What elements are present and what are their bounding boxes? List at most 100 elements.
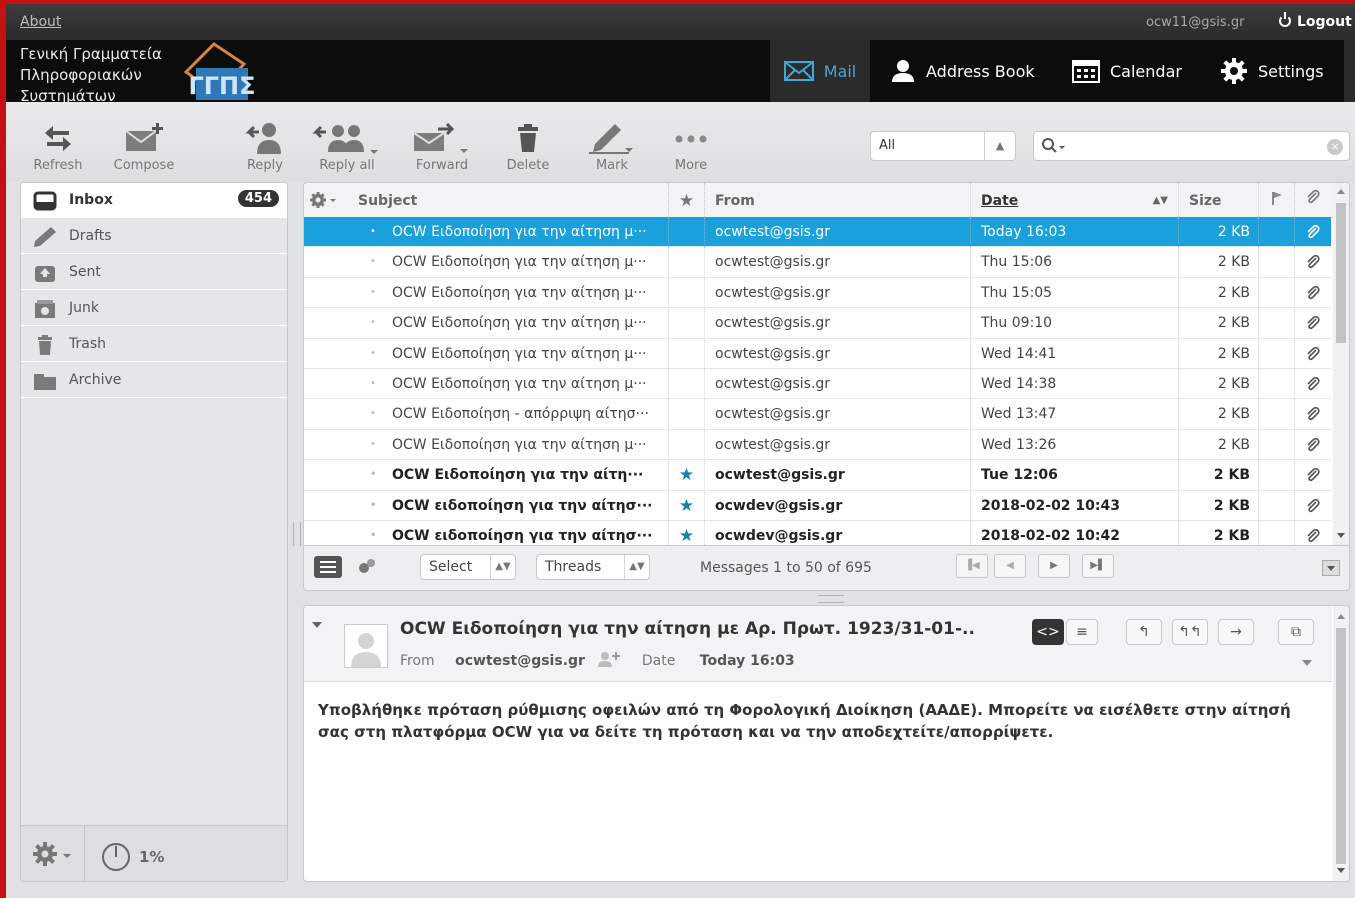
folder-archive[interactable]: Archive [21, 363, 287, 398]
html-view-button[interactable]: <> [1032, 619, 1064, 645]
clear-search-icon[interactable]: × [1327, 139, 1343, 155]
flag-slot[interactable] [1258, 308, 1294, 339]
threads-view-icon[interactable] [356, 557, 378, 575]
more-headers-icon[interactable] [1302, 660, 1312, 666]
message-row[interactable]: • OCW Ειδοποίηση για την αίτηση μ··· ocwte… [304, 338, 1331, 369]
flag-slot[interactable] [1258, 429, 1294, 460]
flag-slot[interactable] [1258, 490, 1294, 521]
flag-slot[interactable] [1258, 399, 1294, 430]
folder-inbox[interactable]: Inbox 454 [21, 183, 287, 218]
scroll-thumb[interactable] [1336, 628, 1346, 864]
star-slot[interactable] [668, 338, 704, 369]
star-slot[interactable] [668, 277, 704, 308]
star-slot[interactable] [668, 308, 704, 339]
nav-settings[interactable]: Settings [1220, 40, 1324, 102]
folder-sent[interactable]: Sent [21, 255, 287, 290]
reply-button-small[interactable]: ↰ [1126, 619, 1162, 645]
search-input[interactable] [1068, 135, 1312, 159]
sender-address[interactable]: ocwtest@gsis.gr [455, 653, 585, 669]
first-page-button[interactable]: ▐◀ [956, 554, 988, 578]
open-in-window-button[interactable]: ⧉ [1278, 619, 1314, 645]
toggle-preview-button[interactable] [1322, 560, 1340, 576]
scroll-down-icon[interactable] [1337, 533, 1345, 538]
about-link[interactable]: About [20, 14, 61, 30]
column-attachment[interactable] [1294, 183, 1331, 217]
sidebar-resize-handle[interactable] [293, 522, 301, 546]
last-page-button[interactable]: ▶▌ [1082, 554, 1114, 578]
message-row[interactable]: • OCW Ειδοποίηση για την αίτηση μ··· ocwte… [304, 369, 1331, 400]
add-contact-icon[interactable] [597, 651, 621, 667]
list-scrollbar[interactable] [1333, 183, 1349, 545]
column-subject[interactable]: Subject [358, 183, 668, 217]
compose-button[interactable]: Compose [106, 120, 182, 176]
star-slot[interactable] [668, 399, 704, 430]
prev-page-button[interactable]: ◀ [994, 554, 1026, 578]
flag-slot[interactable] [1258, 247, 1294, 278]
star-slot[interactable] [668, 369, 704, 399]
scroll-down-icon[interactable] [1337, 868, 1345, 873]
unread-dot-icon[interactable]: • [370, 460, 382, 490]
unread-dot-icon[interactable]: • [370, 217, 382, 247]
next-page-button[interactable]: ▶ [1038, 554, 1070, 578]
unread-dot-icon[interactable]: • [370, 247, 382, 277]
logout-button[interactable]: Logout [1279, 12, 1352, 30]
unread-dot-icon[interactable]: • [370, 369, 382, 399]
list-options-button[interactable] [304, 183, 354, 217]
flagged-star-icon[interactable]: ★ [668, 490, 704, 521]
folder-settings-gear-icon[interactable] [31, 840, 75, 868]
forward-button-small[interactable]: → [1218, 619, 1254, 645]
pane-splitter[interactable] [818, 595, 844, 603]
unread-dot-icon[interactable]: • [370, 430, 382, 460]
message-row[interactable]: • OCW Ειδοποίηση για την αίτη··· ★ ocwtest@… [304, 460, 1331, 491]
more-button[interactable]: More [666, 120, 716, 176]
star-slot[interactable] [668, 217, 704, 247]
message-row[interactable]: • OCW Ειδοποίηση - απόρριψη αίτησ··· ocwte… [304, 399, 1331, 430]
delete-button[interactable]: Delete [500, 120, 556, 176]
folder-junk[interactable]: Junk [21, 291, 287, 326]
nav-mail[interactable]: Mail [770, 40, 870, 102]
message-row[interactable]: • OCW Ειδοποίηση για την αίτηση μ··· ocwte… [304, 429, 1331, 461]
unread-dot-icon[interactable]: • [370, 399, 382, 429]
flag-slot[interactable] [1258, 460, 1294, 491]
logo-text[interactable]: Γενική Γραμματεία Πληροφοριακών Συστημάτ… [20, 44, 200, 102]
column-flag[interactable] [1258, 183, 1294, 217]
nav-calendar[interactable]: Calendar [1072, 40, 1182, 102]
flag-slot[interactable] [1258, 369, 1294, 399]
folder-trash[interactable]: Trash [21, 327, 287, 362]
unread-dot-icon[interactable]: • [370, 308, 382, 338]
threads-dropdown[interactable]: Threads ▲▼ [536, 554, 650, 580]
reply-all-button[interactable]: Reply all [312, 120, 382, 176]
refresh-button[interactable]: Refresh [28, 120, 88, 176]
nav-address-book[interactable]: Address Book [890, 40, 1035, 102]
message-row[interactable]: • OCW Ειδοποίηση για την αίτηση μ··· ocwte… [304, 217, 1331, 248]
flag-slot[interactable] [1258, 217, 1294, 247]
star-slot[interactable] [668, 247, 704, 278]
filter-select[interactable]: All ▲ [870, 131, 1016, 161]
flag-slot[interactable] [1258, 338, 1294, 369]
message-row[interactable]: • OCW Ειδοποίηση για την αίτηση μ··· ocwte… [304, 277, 1331, 309]
message-row[interactable]: • OCW Ειδοποίηση για την αίτηση μ··· ocwte… [304, 308, 1331, 339]
flag-slot[interactable] [1258, 277, 1294, 308]
scroll-thumb[interactable] [1336, 203, 1346, 343]
column-from[interactable]: From [704, 183, 970, 217]
mark-button[interactable]: Mark [584, 120, 640, 176]
preview-scrollbar[interactable] [1333, 606, 1349, 881]
scroll-up-icon[interactable] [1337, 614, 1345, 619]
search-box[interactable]: × [1033, 131, 1350, 161]
message-row[interactable]: • OCW Ειδοποίηση για την αίτηση μ··· ocwte… [304, 247, 1331, 278]
search-icon[interactable] [1042, 138, 1066, 154]
unread-dot-icon[interactable]: • [370, 278, 382, 308]
unread-dot-icon[interactable]: • [370, 339, 382, 369]
plain-view-button[interactable]: ≡ [1066, 619, 1098, 645]
collapse-headers-icon[interactable] [312, 622, 322, 628]
flagged-star-icon[interactable]: ★ [668, 460, 704, 491]
column-date[interactable]: Date ▲▼ [970, 183, 1178, 217]
list-view-icon[interactable] [314, 556, 342, 578]
star-slot[interactable] [668, 429, 704, 460]
reply-all-button-small[interactable]: ↰↰ [1172, 619, 1208, 645]
nav-overflow[interactable] [1344, 40, 1355, 102]
scroll-up-icon[interactable] [1337, 189, 1345, 194]
select-dropdown[interactable]: Select ▲▼ [420, 554, 516, 580]
folder-drafts[interactable]: Drafts [21, 219, 287, 254]
unread-dot-icon[interactable]: • [370, 491, 382, 521]
